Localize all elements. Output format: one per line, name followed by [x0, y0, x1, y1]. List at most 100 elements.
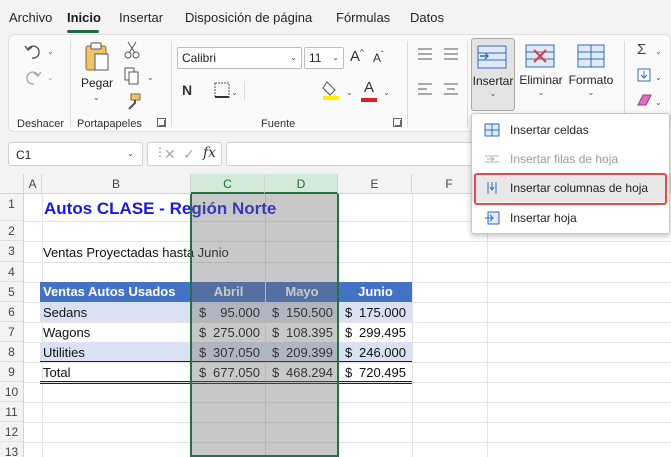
format-button[interactable]: Formato ⌄: [567, 38, 615, 111]
grow-font-icon[interactable]: A^: [350, 48, 364, 65]
column-header-e[interactable]: E: [338, 174, 412, 194]
row-header[interactable]: 4: [0, 262, 24, 282]
tab-datos[interactable]: Datos: [410, 10, 444, 25]
row-header[interactable]: 13: [0, 442, 24, 457]
row-number: 3: [8, 244, 15, 258]
column-selection-border: [190, 194, 339, 457]
table-row-label[interactable]: Utilities: [43, 345, 85, 360]
tab-inicio[interactable]: Inicio: [67, 10, 101, 25]
row-number: 13: [4, 445, 19, 457]
clipboard-launcher-icon[interactable]: [157, 118, 166, 127]
bold-button[interactable]: N: [182, 82, 192, 98]
cell-value[interactable]: 299.495: [357, 325, 406, 340]
cancel-icon[interactable]: ✕: [164, 146, 176, 163]
grow-font-letter: A: [350, 48, 361, 65]
shrink-font-letter: A: [373, 51, 382, 65]
redo-dropdown-icon[interactable]: ⌄: [47, 73, 54, 82]
cell-value[interactable]: 175.000: [357, 305, 406, 320]
row-number: 8: [8, 345, 15, 359]
column-header-b[interactable]: B: [42, 174, 191, 194]
table-header-junio[interactable]: Junio: [339, 282, 412, 302]
tab-archivo[interactable]: Archivo: [9, 10, 52, 25]
undo-dropdown-icon[interactable]: ⌄: [47, 47, 54, 56]
autosum-dropdown-icon[interactable]: ⌄: [655, 47, 662, 56]
column-header-c[interactable]: C: [191, 174, 265, 194]
align-middle-icon[interactable]: [443, 47, 459, 61]
font-color-dropdown-icon[interactable]: ⌄: [383, 88, 390, 97]
select-all-corner[interactable]: [0, 174, 24, 194]
redo-icon[interactable]: [23, 67, 43, 87]
align-center-icon[interactable]: [443, 82, 459, 96]
format-painter-icon[interactable]: [124, 93, 142, 111]
row-header[interactable]: 3: [0, 241, 24, 262]
table-row-label[interactable]: Sedans: [43, 305, 87, 320]
group-label-portapapeles: Portapapeles: [77, 118, 142, 130]
insert-button[interactable]: Insertar ⌄: [471, 38, 515, 111]
table-row-label[interactable]: Total: [43, 365, 70, 380]
row-header[interactable]: 6: [0, 302, 24, 322]
row-number: 2: [8, 224, 15, 238]
row-header[interactable]: 10: [0, 382, 24, 402]
fill-color-dropdown-icon[interactable]: ⌄: [346, 88, 353, 97]
font-size-select[interactable]: 11 ⌄: [304, 47, 344, 69]
column-header-a[interactable]: A: [24, 174, 42, 194]
menu-bar: Archivo Inicio Insertar Disposición de p…: [0, 0, 671, 34]
row-header[interactable]: 8: [0, 342, 24, 362]
fill-down-icon[interactable]: [637, 68, 651, 82]
row-header[interactable]: 7: [0, 322, 24, 342]
font-name-select[interactable]: Calibri ⌄: [177, 47, 302, 69]
clear-dropdown-icon[interactable]: ⌄: [655, 98, 662, 107]
delete-label: Eliminar: [519, 73, 563, 87]
cell-value[interactable]: 720.495: [357, 365, 406, 380]
menu-item-insert-sheet[interactable]: Insertar hoja: [472, 204, 669, 232]
copy-icon[interactable]: [124, 67, 140, 85]
menu-item-insert-cells[interactable]: Insertar celdas: [472, 116, 669, 144]
gridline: [24, 241, 671, 242]
paste-label: Pegar: [80, 76, 114, 90]
gridline: [24, 262, 671, 263]
chevron-down-icon: ⌄: [332, 53, 339, 62]
menu-item-insert-rows[interactable]: Insertar filas de hoja: [472, 145, 669, 173]
gridline: [412, 194, 413, 457]
clear-icon[interactable]: [637, 93, 653, 107]
align-top-icon[interactable]: [417, 47, 433, 61]
paste-dropdown-icon[interactable]: ⌄: [93, 93, 100, 102]
borders-dropdown-icon[interactable]: ⌄: [231, 88, 238, 97]
table-row-label[interactable]: Wagons: [43, 325, 90, 340]
insert-label: Insertar: [472, 74, 514, 88]
fill-dropdown-icon[interactable]: ⌄: [655, 73, 662, 82]
currency-symbol: $: [345, 345, 353, 360]
shrink-font-icon[interactable]: Aˇ: [373, 50, 384, 65]
tab-insertar[interactable]: Insertar: [119, 10, 163, 25]
undo-icon[interactable]: [23, 41, 43, 61]
font-launcher-icon[interactable]: [393, 118, 402, 127]
row-header[interactable]: 1: [0, 194, 24, 221]
enter-icon[interactable]: ✓: [183, 146, 195, 163]
formula-input[interactable]: [226, 142, 476, 166]
delete-button[interactable]: Eliminar ⌄: [519, 38, 563, 111]
row-header[interactable]: 11: [0, 402, 24, 422]
tab-formulas[interactable]: Fórmulas: [336, 10, 390, 25]
insert-cells-icon: [477, 45, 507, 69]
row-header[interactable]: 12: [0, 422, 24, 442]
row-header[interactable]: 9: [0, 362, 24, 382]
column-header-d[interactable]: D: [265, 174, 338, 194]
copy-dropdown-icon[interactable]: ⌄: [147, 73, 154, 82]
font-color-icon[interactable]: A: [364, 79, 374, 96]
tab-disposicion[interactable]: Disposición de página: [185, 10, 312, 25]
table-header-label[interactable]: Ventas Autos Usados: [40, 282, 191, 302]
fill-color-icon[interactable]: [321, 79, 343, 101]
row-header[interactable]: 2: [0, 221, 24, 241]
cut-icon[interactable]: [124, 41, 140, 59]
row-header[interactable]: 5: [0, 282, 24, 302]
gridline: [24, 322, 671, 323]
paste-button[interactable]: Pegar ⌄: [77, 39, 117, 105]
align-left-icon[interactable]: [417, 82, 433, 96]
cell-value[interactable]: 246.000: [357, 345, 406, 360]
insert-function-icon[interactable]: fx: [203, 145, 216, 161]
name-box[interactable]: C1 ⌄: [8, 142, 143, 166]
menu-item-label: Insertar celdas: [510, 123, 589, 137]
autosum-icon[interactable]: Σ: [637, 41, 646, 58]
separator: [407, 41, 408, 127]
row-number: 9: [8, 365, 15, 379]
